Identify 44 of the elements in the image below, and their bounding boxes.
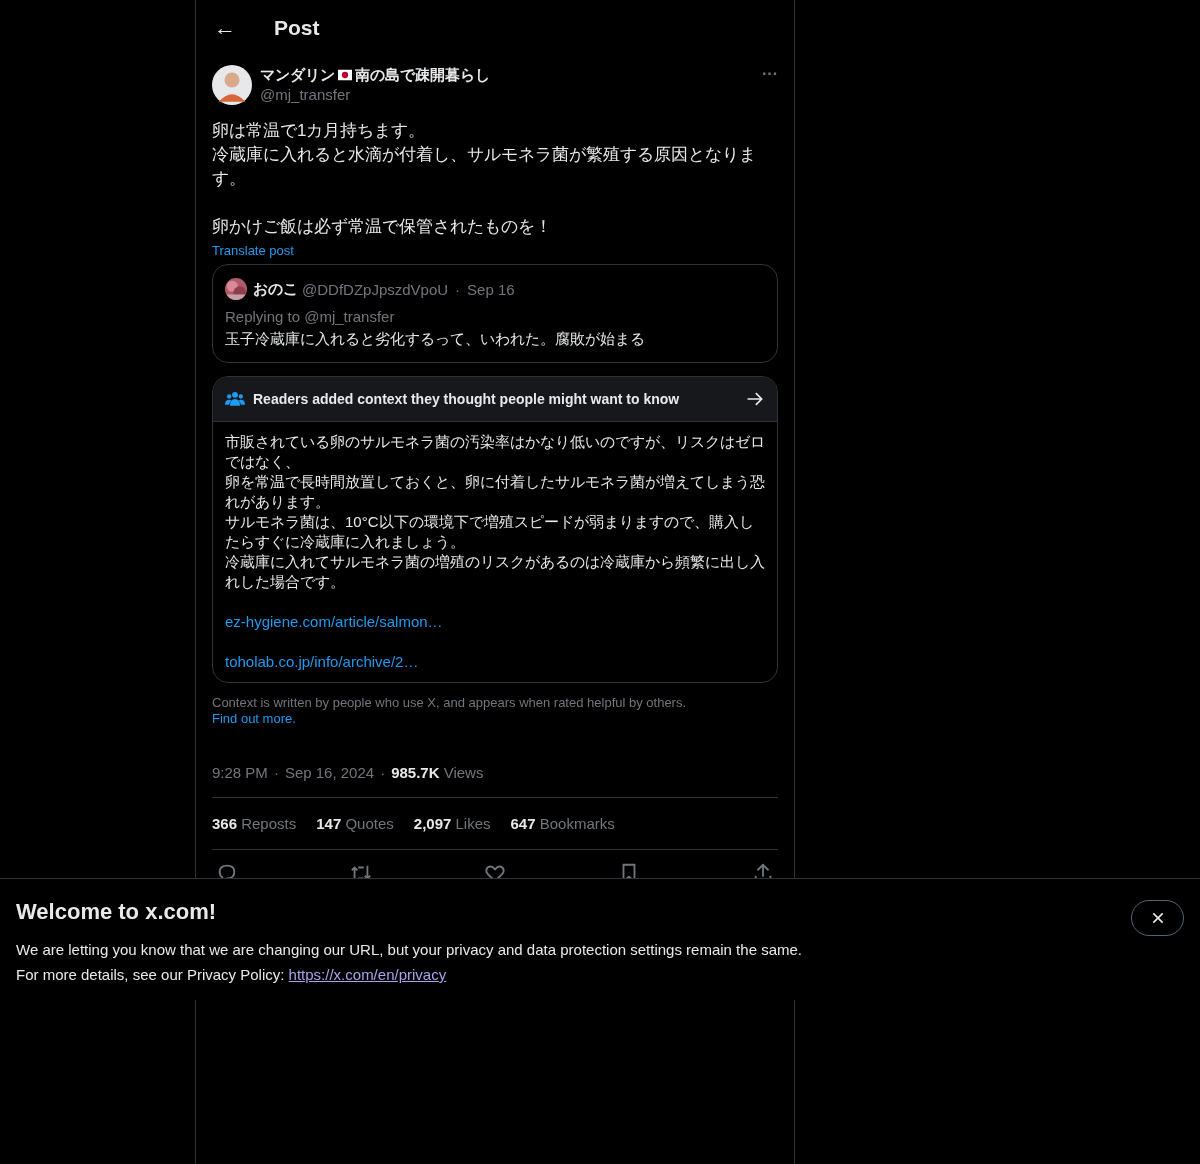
- author-name: おのこ: [253, 279, 298, 299]
- more-button[interactable]: ···: [762, 65, 778, 83]
- flag-icon: [336, 68, 354, 82]
- replying-to: Replying to @mj_transfer: [225, 308, 396, 325]
- stat-count[interactable]: 147 Quotes: [316, 815, 394, 832]
- avatar: [212, 65, 252, 105]
- find-out-more-link[interactable]: Find out more.: [212, 711, 296, 726]
- privacy-link[interactable]: https://x.com/en/privacy: [288, 966, 447, 983]
- quote-text: 玉子冷蔵庫に入れると劣化するって、いわれた。腐敗が始まる: [225, 330, 646, 349]
- author-handle[interactable]: @mj_transfer: [260, 86, 754, 103]
- note-disclaimer: Context is written by people who use X, and appears when rated helpful by others. Find out more.: [212, 695, 688, 727]
- note-text: 冷蔵庫に入れてサルモネラ菌の増殖のリスクがあるのは冷蔵庫から頻繁に出し入れした場合です。: [225, 552, 765, 592]
- author-name[interactable]: マンダリン: [260, 65, 335, 85]
- banner-text: We are letting you know that we are changing our URL, but your privacy and data protection settings remain the same.: [16, 940, 802, 960]
- note-text: 卵を常温で長時間放置しておくと、卵に付着したサルモネラ菌が増えてしまう恐れがあります。: [225, 472, 765, 512]
- stat-count[interactable]: 647 Bookmarks: [510, 815, 615, 832]
- post-text: 卵かけご飯は必ず常温で保管されたものを！: [212, 216, 553, 238]
- banner-title: Welcome to x.com!: [16, 899, 218, 925]
- post-time: 9:28 PM: [212, 764, 268, 781]
- separator: ·: [380, 764, 386, 781]
- page-title: Post: [274, 15, 320, 40]
- separator: ·: [273, 764, 279, 781]
- close-button[interactable]: [1131, 900, 1184, 936]
- translate-link[interactable]: Translate post: [212, 243, 778, 258]
- note-header[interactable]: Readers added context they thought people might want to know: [213, 377, 777, 421]
- back-button[interactable]: ←: [212, 14, 238, 41]
- note-text: 市販されている卵のサルモネラ菌の汚染率はかなり低いのですが、リスクはゼロではなく、: [225, 432, 765, 472]
- stat-count[interactable]: 2,097 Likes: [413, 815, 491, 832]
- quoted-post[interactable]: おのこ @DDfDZpJpszdVpoU · Sep 16 Replying to @mj_transfer 玉子冷蔵庫に入れると劣化するって、いわれた。腐敗が始まる: [212, 264, 778, 363]
- post-date: Sep 16, 2024: [284, 764, 375, 781]
- post-date: Sep 16: [467, 280, 515, 298]
- note-text: サルモネラ菌は、10°C以下の環境下で増殖スピードが弱まりますので、購入したらすぐに冷蔵庫に入れましょう。: [225, 512, 755, 552]
- stat-count[interactable]: 366 Reposts: [212, 815, 297, 832]
- note-link[interactable]: ez-hygiene.com/article/salmon…: [225, 612, 765, 632]
- view-count: 985.7K Views: [391, 764, 484, 781]
- author-handle: @DDfDZpJpszdVpoU: [302, 280, 449, 298]
- post-text: 冷蔵庫に入れると水滴が付着し、サルモネラ菌が繁殖する原因となります。: [212, 144, 757, 190]
- banner-text: For more details, see our Privacy Policy: https://x.com/en/privacy: [16, 965, 448, 985]
- post-text: 卵は常温で1カ月持ちます。: [212, 120, 427, 142]
- note-title: Readers added context they thought people might want to know: [253, 391, 681, 407]
- note-link[interactable]: toholab.co.jp/info/archive/2…: [225, 652, 765, 672]
- author-name[interactable]: 南の島で疎開暮らし: [355, 65, 490, 85]
- people-icon: [225, 389, 245, 409]
- separator: ·: [455, 280, 461, 298]
